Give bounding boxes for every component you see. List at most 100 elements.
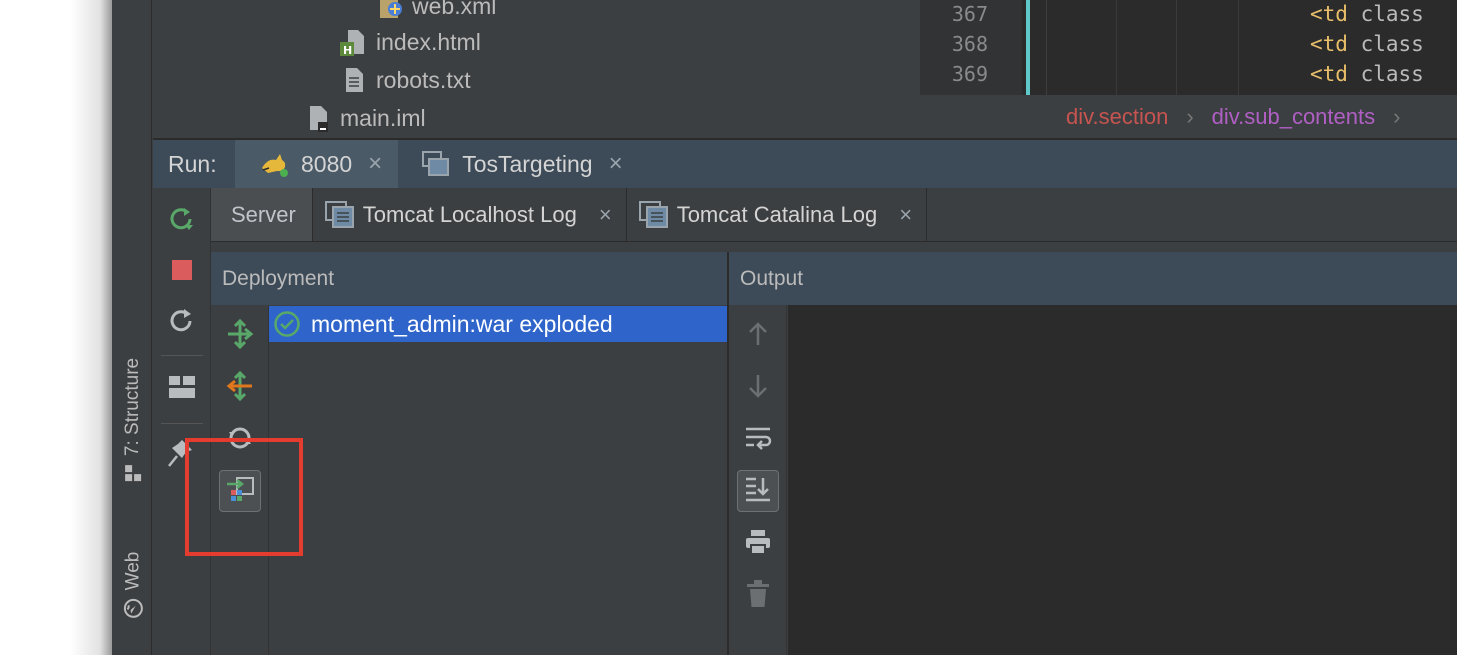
server-log-tabs: Server Tomcat Localhost Log × Tomcat Cat…: [211, 188, 1457, 242]
breadcrumb-item[interactable]: div.section: [1066, 104, 1168, 130]
layout-button[interactable]: [165, 372, 199, 406]
code-attr: class: [1347, 62, 1424, 86]
tree-item-label: index.html: [376, 28, 481, 55]
run-label: Run:: [168, 150, 217, 177]
run-tab-label: 8080: [301, 150, 353, 177]
print-button[interactable]: [741, 527, 775, 561]
arrow-up-icon: [746, 321, 770, 352]
tab-server[interactable]: Server: [211, 188, 313, 241]
line-number: 368: [951, 32, 988, 56]
tree-item-label: robots.txt: [376, 66, 471, 93]
xml-file-icon: [376, 0, 404, 20]
tree-item-web-xml[interactable]: web.xml: [376, 0, 496, 20]
output-header: Output: [729, 252, 1457, 305]
tab-tomcat-catalina-log[interactable]: Tomcat Catalina Log ×: [627, 188, 928, 241]
code-tag: <td: [1310, 32, 1348, 56]
breadcrumb-item[interactable]: div.sub_contents: [1212, 104, 1375, 130]
project-tree: web.xml H index.html robots.txt main.iml: [153, 0, 920, 138]
code-line: <td class: [1310, 62, 1424, 86]
rerun-button[interactable]: [165, 204, 199, 238]
window-icon: [422, 151, 450, 177]
structure-tab-label: 7: Structure: [122, 357, 143, 457]
scroll-up-button[interactable]: [741, 319, 775, 353]
tree-item-index-html[interactable]: H index.html: [340, 28, 481, 57]
run-tab-label: TosTargeting: [462, 150, 593, 177]
indent-guide: [1238, 0, 1239, 95]
toolbar-separator: [161, 423, 203, 424]
web-tab-label: Web: [122, 551, 144, 591]
breadcrumb-separator: ›: [1186, 103, 1194, 129]
list-item[interactable]: moment_admin:war exploded: [269, 306, 727, 342]
trash-icon: [746, 579, 770, 613]
refresh-button[interactable]: [165, 306, 199, 340]
line-number: 367: [951, 2, 988, 26]
annotation-highlight-box: [185, 438, 303, 556]
tree-item-robots-txt[interactable]: robots.txt: [340, 66, 471, 94]
deployment-header: Deployment: [211, 252, 727, 305]
rerun-icon: [168, 205, 196, 238]
close-icon[interactable]: ×: [599, 202, 612, 228]
ide-window: 7: Structure Web web.xml H index.html ro…: [112, 0, 1457, 655]
tomcat-icon: [259, 150, 289, 178]
breadcrumb-separator: ›: [1393, 103, 1401, 129]
change-marker: [1026, 0, 1030, 95]
svg-text:H: H: [343, 44, 352, 56]
toolbar-separator: [161, 355, 203, 356]
log-icon: [638, 200, 669, 229]
log-icon: [324, 200, 355, 229]
text-file-icon: [340, 66, 368, 94]
tree-item-label: main.iml: [340, 104, 426, 131]
code-attr: class: [1347, 2, 1424, 26]
close-icon[interactable]: ×: [609, 150, 623, 178]
clear-all-button[interactable]: [741, 579, 775, 613]
code-line: <td class: [1310, 2, 1424, 26]
left-tool-strip: 7: Structure Web: [112, 0, 152, 655]
tab-label: Tomcat Catalina Log: [676, 201, 878, 227]
deployment-list: moment_admin:war exploded: [269, 305, 727, 655]
run-tool-header: Run: 8080 × TosTargeting ×: [153, 140, 1457, 188]
structure-tool-tab[interactable]: 7: Structure: [116, 340, 150, 500]
indent-guide: [1116, 0, 1117, 95]
code-attr: class: [1347, 32, 1424, 56]
soft-wrap-button[interactable]: [741, 423, 775, 457]
tree-item-main-iml[interactable]: main.iml: [304, 104, 426, 132]
run-tab-tostargeting[interactable]: TosTargeting ×: [398, 140, 638, 188]
undeploy-icon: [225, 370, 255, 406]
layout-icon: [169, 375, 195, 403]
scroll-to-end-icon: [744, 475, 772, 508]
run-tab-8080[interactable]: 8080 ×: [235, 140, 399, 188]
list-item-label: moment_admin:war exploded: [311, 310, 613, 337]
tab-tomcat-localhost-log[interactable]: Tomcat Localhost Log ×: [313, 188, 627, 241]
close-icon[interactable]: ×: [368, 150, 382, 178]
stop-button[interactable]: [165, 255, 199, 289]
iml-file-icon: [304, 104, 332, 132]
arrow-down-icon: [746, 373, 770, 404]
tree-item-label: web.xml: [412, 0, 497, 19]
scroll-down-button[interactable]: [741, 371, 775, 405]
print-icon: [745, 529, 771, 560]
deploy-icon: [225, 318, 255, 354]
output-console[interactable]: [788, 305, 1457, 655]
stop-icon: [171, 259, 193, 286]
close-icon[interactable]: ×: [899, 202, 912, 228]
window-shadow-margin: [0, 0, 112, 655]
deploy-button[interactable]: [223, 318, 257, 354]
undeploy-button[interactable]: [223, 370, 257, 406]
soft-wrap-icon: [744, 425, 772, 456]
editor-gutter: 367 368 369: [920, 0, 1022, 95]
indent-guide: [1176, 0, 1177, 95]
tab-label: Tomcat Localhost Log: [362, 201, 577, 227]
run-side-toolbar: [153, 188, 211, 655]
breadcrumb: div.section › div.sub_contents ›: [920, 95, 1457, 138]
scroll-to-end-button[interactable]: [737, 470, 779, 512]
check-circle-icon: [273, 310, 301, 338]
structure-icon: [124, 464, 142, 482]
refresh-icon: [168, 307, 196, 340]
code-editor[interactable]: 367 368 369 <td class <td class <td clas…: [920, 0, 1457, 95]
tab-label: Server: [231, 201, 296, 227]
code-tag: <td: [1310, 2, 1348, 26]
output-toolbar: [729, 305, 787, 655]
html-file-icon: H: [340, 28, 368, 57]
web-tool-tab[interactable]: Web: [116, 540, 150, 630]
code-line: <td class: [1310, 32, 1424, 56]
